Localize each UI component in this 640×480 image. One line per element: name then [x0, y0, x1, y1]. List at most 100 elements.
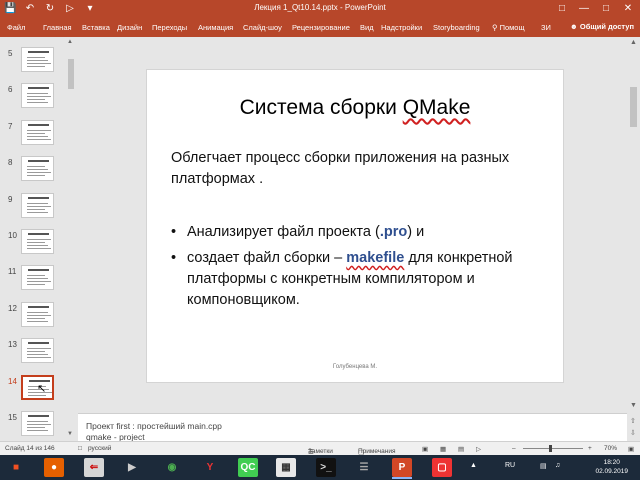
scroll-down-icon[interactable]: ▼: [67, 431, 73, 437]
slide-preview: [21, 229, 54, 254]
preview-text-line: [27, 102, 48, 104]
tab-slideshow[interactable]: Слайд-шоу: [243, 23, 282, 32]
intro-paragraph[interactable]: Облегчает процесс сборки приложения на р…: [171, 148, 541, 190]
preview-text-line: [27, 208, 45, 210]
language-indicator[interactable]: русский: [88, 445, 111, 452]
zoom-slider[interactable]: [523, 448, 583, 449]
tell-me-label: Помощ: [499, 23, 525, 32]
tab-review[interactable]: Рецензирование: [292, 23, 350, 32]
tab-extra[interactable]: ЗИ: [541, 23, 551, 32]
tray-overflow-icon[interactable]: ▲: [470, 462, 477, 469]
preview-text-line: [27, 424, 51, 425]
slide-preview: [21, 156, 54, 182]
maximize-icon[interactable]: □: [598, 1, 614, 17]
slide-thumbnail[interactable]: 8: [0, 156, 66, 190]
tell-me-search[interactable]: ⚲ Помощ: [492, 23, 525, 32]
zoom-slider-knob[interactable]: [549, 445, 552, 452]
firefox-icon[interactable]: ●: [44, 458, 64, 477]
preview-title-line: [28, 196, 49, 199]
slide-thumbnail[interactable]: 5: [0, 47, 66, 81]
tab-design[interactable]: Дизайн: [117, 23, 142, 32]
powerpoint-icon[interactable]: P: [392, 458, 412, 477]
preview-text-line: [27, 427, 45, 428]
scroll-up-icon[interactable]: ▲: [630, 39, 637, 46]
slide-preview: [21, 411, 54, 436]
scrollbar-thumb[interactable]: [68, 59, 74, 89]
slide-thumbnail[interactable]: 12: [0, 301, 66, 336]
ribbon-display-options-icon[interactable]: □: [554, 1, 570, 17]
close-icon[interactable]: ✕: [620, 1, 636, 17]
slide-number: 14: [8, 376, 17, 386]
start-icon[interactable]: ■: [6, 458, 26, 477]
slide-thumbnail[interactable]: 6: [0, 83, 66, 117]
ribbon-tabs: Файл Главная Вставка Дизайн Переходы Ани…: [0, 19, 640, 37]
slide-thumbnail[interactable]: 14 ↖: [0, 374, 66, 409]
bullet-list[interactable]: Анализирует файл проекта (.pro) и создае…: [171, 222, 551, 316]
tab-storyboarding[interactable]: Storyboarding: [433, 23, 480, 32]
tab-file[interactable]: Файл: [7, 23, 25, 32]
preview-text-line: [27, 211, 48, 213]
minimize-icon[interactable]: —: [576, 1, 592, 17]
tab-insert[interactable]: Вставка: [82, 23, 110, 32]
title-qmake: QMake: [402, 96, 471, 119]
slide-preview: [21, 338, 54, 364]
notes-pane[interactable]: Проект first : простейший main.cpp qmake…: [78, 413, 627, 442]
tab-addins[interactable]: Надстройки: [381, 23, 422, 32]
preview-title-line: [28, 51, 49, 53]
settings-icon[interactable]: ☰: [354, 458, 374, 477]
slide-thumbnail[interactable]: 15: [0, 411, 66, 445]
bullet-item: создает файл сборки – makefile для конкр…: [171, 248, 551, 311]
normal-view-icon[interactable]: ▣: [422, 445, 428, 453]
slide-preview: [21, 47, 54, 72]
thumbnail-scrollbar[interactable]: ▲ ▼: [66, 37, 76, 441]
scroll-down-icon[interactable]: ▼: [630, 402, 637, 409]
slide-title[interactable]: Система сборки QMake: [147, 96, 563, 120]
fit-slide-icon[interactable]: ▣: [628, 445, 634, 453]
spellcheck-icon[interactable]: □: [78, 445, 82, 452]
tab-transitions[interactable]: Переходы: [152, 23, 187, 32]
zoom-level[interactable]: 70%: [604, 445, 617, 452]
slide-thumbnail[interactable]: 9: [0, 192, 66, 227]
share-button[interactable]: ☻ Общий доступ: [570, 22, 634, 31]
screen-recorder-icon[interactable]: ▢: [432, 458, 452, 477]
slide-thumbnail[interactable]: 10: [0, 229, 66, 263]
yandex-icon[interactable]: Y: [200, 458, 220, 477]
slide-sorter-icon[interactable]: ▦: [440, 445, 446, 453]
system-clock[interactable]: 18:20 02.09.2019: [595, 458, 628, 476]
slide-thumbnail[interactable]: 7: [0, 119, 66, 154]
chrome-icon[interactable]: ◉: [162, 458, 182, 477]
preview-text-line: [27, 175, 45, 177]
preview-text-line: [27, 239, 51, 240]
next-slide-icon[interactable]: ⇩: [630, 429, 636, 437]
reading-view-icon[interactable]: ▤: [458, 445, 464, 453]
slide-number: 15: [8, 413, 17, 422]
keyword-makefile: makefile: [346, 250, 405, 266]
share-label: Общий доступ: [579, 22, 634, 31]
preview-text-line: [27, 284, 45, 286]
file-explorer-icon[interactable]: ▦: [276, 458, 296, 477]
tab-view[interactable]: Вид: [360, 23, 374, 32]
slide-preview: [21, 265, 54, 291]
tab-animations[interactable]: Анимация: [198, 23, 233, 32]
scroll-up-icon[interactable]: ▲: [67, 39, 73, 45]
previous-slide-icon[interactable]: ⇧: [630, 417, 636, 425]
volume-icon[interactable]: ♫: [555, 462, 560, 469]
zoom-in-icon[interactable]: +: [588, 445, 592, 452]
slide-thumbnail[interactable]: 11: [0, 265, 66, 299]
qt-creator-icon[interactable]: QC: [238, 458, 258, 477]
slide-scrollbar[interactable]: ▲ ▼ ⇧ ⇩: [627, 37, 640, 441]
zoom-out-icon[interactable]: –: [512, 445, 516, 452]
network-icon[interactable]: ▤: [540, 462, 547, 470]
slide-thumbnail[interactable]: 13: [0, 338, 66, 372]
language-switch[interactable]: RU: [505, 462, 515, 469]
media-player-icon[interactable]: ▶: [122, 458, 142, 477]
tab-home[interactable]: Главная: [43, 23, 72, 32]
preview-text-line: [27, 132, 45, 134]
terminal-icon[interactable]: >_: [316, 458, 336, 477]
pdf-reader-icon[interactable]: ⇐: [84, 458, 104, 477]
bullet-text: ) и: [407, 224, 425, 240]
slide-canvas[interactable]: Система сборки QMake Облегчает процесс с…: [146, 69, 564, 383]
slideshow-view-icon[interactable]: ▷: [476, 445, 481, 453]
clock-time: 18:20: [603, 459, 620, 466]
scrollbar-thumb[interactable]: [630, 87, 637, 127]
